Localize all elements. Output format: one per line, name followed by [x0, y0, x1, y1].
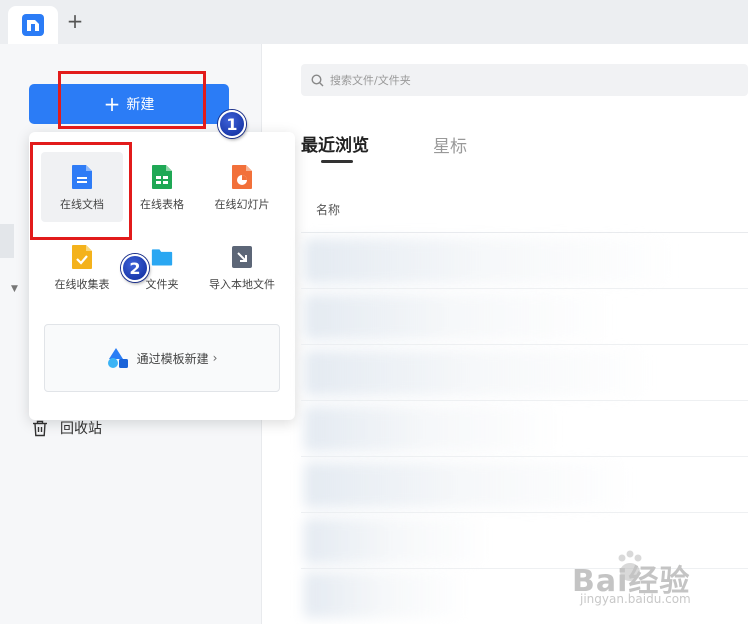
app-logo-icon [22, 14, 44, 36]
slides-icon [232, 165, 252, 189]
tab-recent[interactable]: 最近浏览 [301, 131, 369, 156]
option-label: 文件夹 [145, 278, 179, 291]
annotation-badge-2: 2 [121, 254, 149, 282]
option-label: 在线幻灯片 [214, 198, 270, 211]
annotation-box-online-doc [30, 142, 132, 240]
option-label: 在线表格 [140, 198, 184, 211]
option-label: 导入本地文件 [209, 278, 275, 291]
option-online-form[interactable]: 在线收集表 [41, 232, 123, 302]
row-divider [301, 400, 748, 401]
header-divider [301, 232, 748, 233]
annotation-box-new-button [58, 71, 206, 129]
table-row[interactable] [304, 350, 644, 396]
app-tab[interactable] [8, 6, 58, 44]
table-row[interactable] [304, 238, 666, 284]
watermark-url: jingyan.baidu.com [580, 592, 691, 606]
table-row[interactable] [304, 294, 604, 340]
option-label: 在线收集表 [54, 278, 110, 291]
import-icon [232, 246, 252, 268]
tab-starred[interactable]: 星标 [433, 132, 467, 157]
search-placeholder: 搜索文件/文件夹 [330, 74, 411, 87]
table-row[interactable] [304, 406, 554, 452]
form-icon [72, 245, 92, 269]
chevron-right-icon: › [212, 351, 218, 365]
row-divider [301, 288, 748, 289]
search-icon [311, 73, 324, 86]
option-online-slides[interactable]: 在线幻灯片 [201, 152, 283, 222]
table-row[interactable] [304, 462, 624, 508]
column-header-name[interactable]: 名称 [316, 201, 340, 218]
sidebar-item-trash[interactable]: 回收站 [32, 418, 102, 438]
sheet-icon [152, 165, 172, 189]
tab-active-underline [321, 160, 353, 163]
new-from-template-button[interactable]: 通过模板新建 › [44, 324, 280, 392]
new-tab-button[interactable]: + [66, 11, 84, 31]
row-divider [301, 512, 748, 513]
option-online-sheet[interactable]: 在线表格 [121, 152, 203, 222]
tab-bar: + [0, 0, 748, 44]
trash-icon [33, 420, 47, 436]
table-row[interactable] [304, 572, 464, 618]
annotation-badge-1: 1 [218, 110, 246, 138]
table-row[interactable] [304, 518, 484, 564]
option-import-local-file[interactable]: 导入本地文件 [201, 232, 283, 302]
row-divider [301, 344, 748, 345]
sidebar-selected-indicator [0, 224, 14, 258]
search-input[interactable]: 搜索文件/文件夹 [301, 64, 748, 96]
folder-icon [151, 249, 173, 266]
template-label: 通过模板新建 [136, 351, 209, 366]
trash-label: 回收站 [60, 421, 102, 437]
row-divider [301, 456, 748, 457]
caret-down-icon[interactable]: ▼ [11, 284, 18, 294]
template-shapes-icon [107, 348, 128, 368]
